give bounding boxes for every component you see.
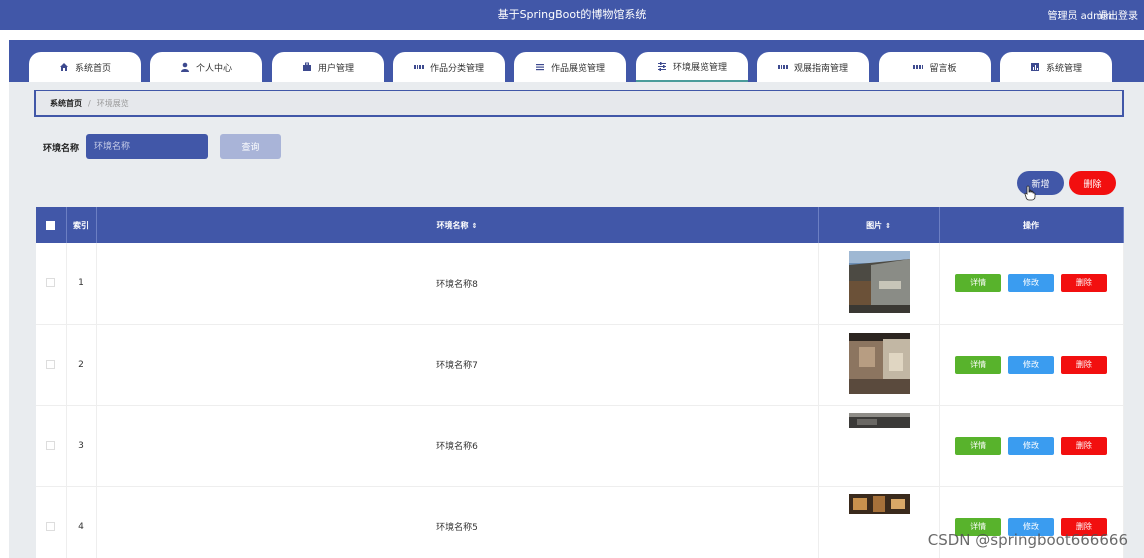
- grid-icon: [913, 62, 924, 72]
- tab-label: 观展指南管理: [793, 63, 848, 74]
- tab-home[interactable]: 系统首页: [29, 52, 141, 82]
- logout-link[interactable]: 退出登录: [1098, 7, 1138, 22]
- grid-icon: [413, 62, 424, 72]
- tab-messages[interactable]: 留言板: [879, 52, 991, 82]
- tab-label: 个人中心: [195, 63, 232, 74]
- row-index: 4: [66, 486, 97, 558]
- row-name: 环境名称5: [96, 486, 819, 558]
- row-image-cell: [818, 405, 940, 487]
- header-image[interactable]: 图片 ⇕: [818, 207, 940, 243]
- app-title: 基于SpringBoot的博物馆系统: [497, 8, 647, 21]
- header-operation: 操作: [939, 207, 1124, 243]
- detail-button[interactable]: 详情: [955, 274, 1002, 293]
- tab-guide[interactable]: 观展指南管理: [757, 52, 869, 82]
- row-actions: 详情 修改 删除: [939, 243, 1124, 325]
- nav-strip: 系统首页 个人中心 用户管理 作品分类管理 作品展览管理 环境展览管理 观展指南…: [9, 40, 1144, 82]
- environment-table: 索引 环境名称 ⇕ 图片 ⇕ 操作 1 环境名称8 详情 修改 删除 2 环境名…: [36, 207, 1124, 558]
- row-index: 1: [66, 243, 97, 325]
- breadcrumb-home[interactable]: 系统首页: [50, 98, 82, 109]
- grid-icon: [777, 62, 788, 72]
- tab-users[interactable]: 用户管理: [272, 52, 384, 82]
- exhibition-hall-image: [848, 332, 910, 394]
- breadcrumb-separator: /: [88, 98, 91, 108]
- home-icon: [59, 62, 69, 72]
- delete-button[interactable]: 删除: [1060, 436, 1107, 455]
- search-label: 环境名称: [43, 144, 80, 154]
- edit-button[interactable]: 修改: [1008, 274, 1054, 293]
- table-row: 3 环境名称6 详情 修改 删除: [36, 405, 1124, 487]
- main-area: 系统首页 个人中心 用户管理 作品分类管理 作品展览管理 环境展览管理 观展指南…: [9, 40, 1144, 558]
- row-checkbox[interactable]: [46, 278, 56, 288]
- search-input[interactable]: [86, 134, 208, 159]
- tab-exhibits[interactable]: 作品展览管理: [514, 52, 626, 82]
- chart-icon: [1030, 62, 1040, 72]
- sort-icon[interactable]: ⇕: [472, 222, 478, 230]
- header-image-label: 图片: [866, 220, 883, 230]
- tab-category[interactable]: 作品分类管理: [393, 52, 505, 82]
- edit-button[interactable]: 修改: [1008, 355, 1054, 374]
- sliders-icon: [657, 61, 667, 71]
- row-checkbox[interactable]: [46, 359, 56, 369]
- tab-label: 作品分类管理: [429, 63, 484, 74]
- tab-label: 用户管理: [317, 63, 354, 74]
- row-actions: 详情 修改 删除: [939, 405, 1124, 487]
- tab-label: 环境展览管理: [672, 62, 727, 73]
- gallery-image: [848, 412, 910, 428]
- row-checkbox[interactable]: [46, 440, 56, 450]
- tab-environment[interactable]: 环境展览管理: [636, 52, 748, 82]
- hand-cursor-icon: [1024, 185, 1036, 201]
- row-index: 3: [66, 405, 97, 487]
- briefcase-icon: [302, 62, 312, 72]
- tab-label: 作品展览管理: [550, 63, 605, 74]
- exhibit-room-image: [848, 493, 910, 514]
- row-image-cell: [818, 243, 940, 325]
- sort-icon[interactable]: ⇕: [885, 222, 891, 230]
- edit-button[interactable]: 修改: [1008, 436, 1054, 455]
- breadcrumb-current: 环境展览: [96, 98, 129, 108]
- detail-button[interactable]: 详情: [955, 436, 1002, 455]
- tab-label: 系统首页: [74, 63, 111, 74]
- watermark: CSDN @springboot666666: [927, 531, 1128, 549]
- row-name: 环境名称8: [96, 243, 819, 325]
- row-actions: 详情 修改 删除: [939, 324, 1124, 406]
- row-name: 环境名称7: [96, 324, 819, 406]
- row-image-cell: [818, 324, 940, 406]
- header-name-label: 环境名称: [436, 220, 469, 230]
- museum-building-image: [848, 251, 910, 313]
- top-bar: 基于SpringBoot的博物馆系统 管理员 admin 退出登录: [0, 0, 1144, 30]
- detail-button[interactable]: 详情: [955, 355, 1002, 374]
- bulk-delete-button[interactable]: 删除: [1069, 171, 1116, 195]
- user-icon: [180, 62, 190, 72]
- table-header: 索引 环境名称 ⇕ 图片 ⇕ 操作: [36, 207, 1124, 243]
- table-row: 2 环境名称7 详情 修改 删除: [36, 324, 1124, 406]
- tab-label: 留言板: [929, 63, 957, 74]
- row-image-cell: [818, 486, 940, 558]
- header-select[interactable]: [36, 207, 67, 243]
- search-button[interactable]: 查询: [220, 134, 281, 159]
- header-index: 索引: [66, 207, 97, 243]
- row-name: 环境名称6: [96, 405, 819, 487]
- tab-profile[interactable]: 个人中心: [150, 52, 262, 82]
- header-name[interactable]: 环境名称 ⇕: [96, 207, 819, 243]
- list-icon: [535, 62, 545, 72]
- tab-label: 系统管理: [1045, 63, 1082, 74]
- delete-button[interactable]: 删除: [1060, 355, 1107, 374]
- row-index: 2: [66, 324, 97, 406]
- table-row: 1 环境名称8 详情 修改 删除: [36, 243, 1124, 325]
- select-all-checkbox[interactable]: [46, 220, 56, 230]
- delete-button[interactable]: 删除: [1060, 274, 1107, 293]
- row-checkbox[interactable]: [46, 521, 56, 531]
- breadcrumb: 系统首页 / 环境展览: [34, 90, 1124, 117]
- top-spacer: [0, 30, 1144, 40]
- tab-system[interactable]: 系统管理: [1000, 52, 1112, 82]
